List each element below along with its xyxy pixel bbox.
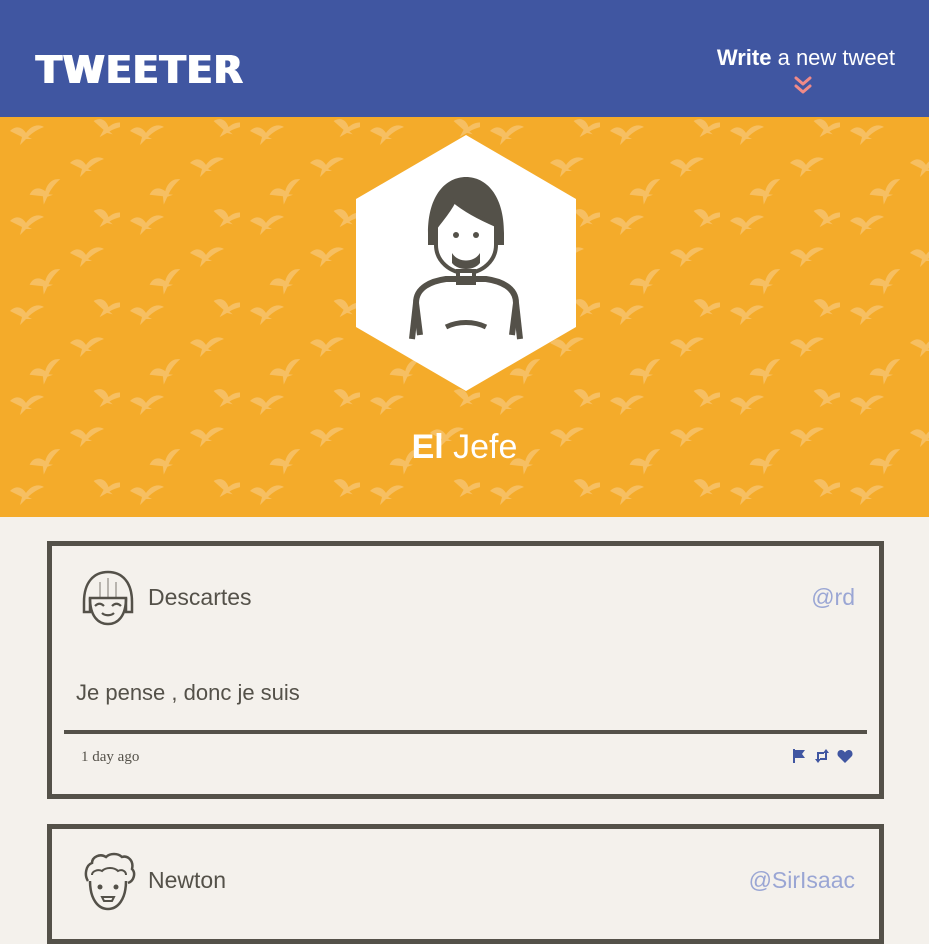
- compose-label-bold: Write: [716, 45, 772, 70]
- tweet-timestamp: 1 day ago: [81, 749, 140, 765]
- profile-name-bold: El: [411, 428, 444, 466]
- retweet-icon[interactable]: [814, 748, 830, 764]
- flag-icon[interactable]: [791, 748, 807, 764]
- profile-header: El Jefe: [0, 117, 929, 517]
- user-avatar: [82, 570, 134, 626]
- tweet-card: Descartes @rd Je pense , donc je suis 1 …: [47, 541, 884, 799]
- tweet-author-name: Descartes: [148, 584, 252, 610]
- tweet-content: Je pense , donc je suis: [76, 680, 300, 705]
- tweet-card: Newton @SirIsaac: [47, 824, 884, 944]
- double-chevron-down-icon[interactable]: [793, 76, 813, 96]
- tweet-author-handle[interactable]: @SirIsaac: [749, 867, 855, 894]
- user-avatar: [84, 852, 136, 911]
- logo[interactable]: TWEETER: [36, 48, 244, 92]
- profile-name: El Jefe: [0, 425, 929, 469]
- tweet-actions: [791, 748, 853, 764]
- tweet-author-handle[interactable]: @rd: [811, 584, 855, 611]
- compose-tweet-button[interactable]: Write a new tweet: [717, 44, 895, 72]
- compose-label-rest: a new tweet: [771, 45, 895, 70]
- heart-icon[interactable]: [837, 748, 853, 764]
- tweet-divider: [64, 730, 867, 734]
- top-nav: TWEETER Write a new tweet: [0, 0, 929, 117]
- profile-name-rest: Jefe: [443, 428, 518, 466]
- profile-avatar: [356, 135, 576, 391]
- tweet-author-name: Newton: [148, 867, 226, 893]
